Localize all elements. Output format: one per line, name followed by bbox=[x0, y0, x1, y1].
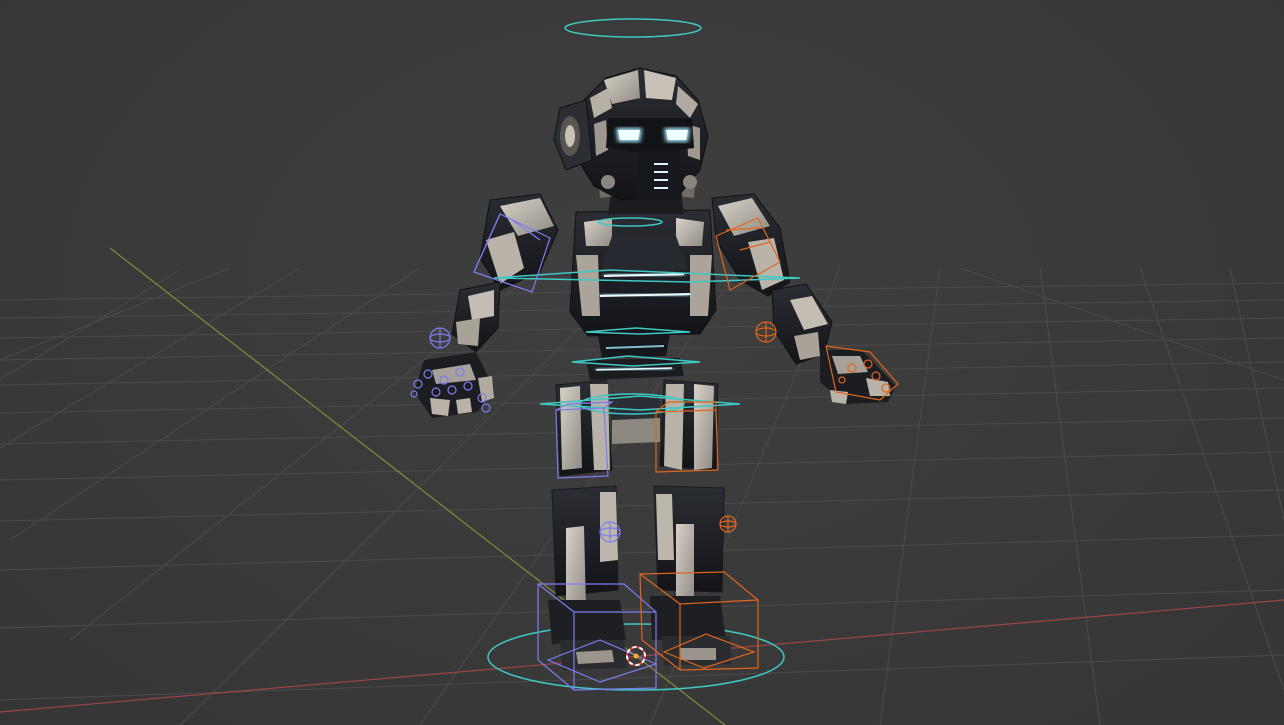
torso bbox=[569, 209, 717, 358]
viewport-canvas[interactable] bbox=[0, 0, 1284, 725]
left-arm bbox=[451, 193, 559, 353]
robot-mesh[interactable] bbox=[414, 67, 896, 670]
head bbox=[553, 67, 709, 201]
head-control-ring[interactable] bbox=[564, 18, 702, 38]
3d-viewport[interactable] bbox=[0, 0, 1284, 725]
